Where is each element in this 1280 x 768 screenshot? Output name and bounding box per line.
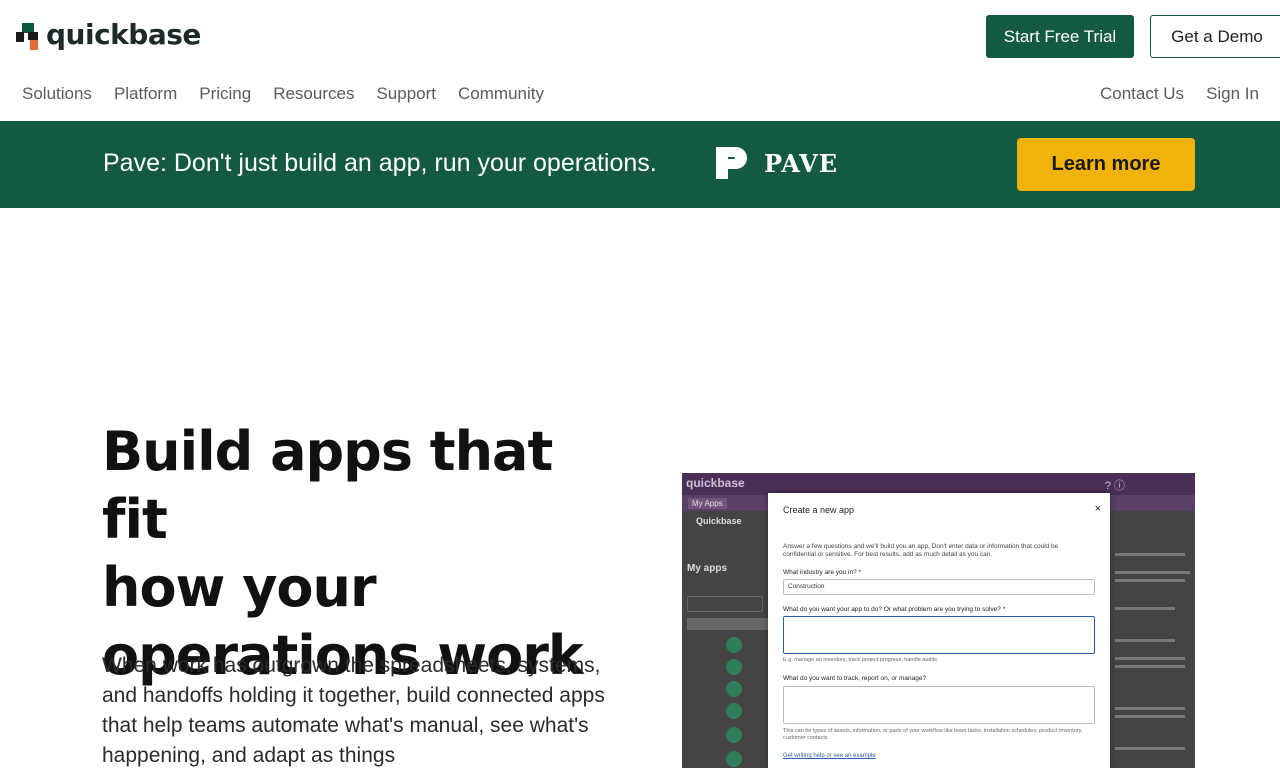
mock-tab: My Apps: [688, 498, 727, 509]
modal-question-track: What do you want to track, report on, or…: [783, 675, 927, 682]
mock-app-row: [692, 725, 768, 747]
mock-text-line: [1115, 553, 1185, 556]
utility-nav: Contact Us Sign In: [1100, 84, 1259, 104]
site-header: quickbase Start Free Trial Get a Demo So…: [0, 0, 1280, 120]
nav-item-solutions[interactable]: Solutions: [22, 84, 92, 104]
mock-text-line: [1115, 639, 1175, 642]
mock-apps-header: [687, 618, 768, 630]
pave-wordmark: PAVE: [764, 148, 839, 178]
nav-item-support[interactable]: Support: [376, 84, 436, 104]
modal-title: Create a new app: [783, 505, 855, 515]
sign-in-link[interactable]: Sign In: [1206, 84, 1259, 104]
mock-app-row: [692, 635, 768, 657]
track-help: This can be types of assets, information…: [783, 728, 1083, 741]
mock-side-title: Quickbase: [696, 516, 742, 526]
industry-input[interactable]: Construction: [783, 579, 1095, 595]
nav-item-community[interactable]: Community: [458, 84, 544, 104]
mock-topbar: quickbase ? ⓘ: [682, 473, 1195, 495]
modal-question-purpose: What do you want your app to do? Or what…: [783, 606, 1006, 613]
mock-text-line: [1115, 657, 1185, 660]
contact-us-link[interactable]: Contact Us: [1100, 84, 1184, 104]
mock-text-line: [1115, 747, 1185, 750]
modal-question-industry: What industry are you in? *: [783, 569, 862, 576]
purpose-textarea[interactable]: [783, 616, 1095, 654]
nav-item-pricing[interactable]: Pricing: [199, 84, 251, 104]
hero-title-line: how your: [102, 556, 377, 619]
hero-description: When work has outgrown the spreadsheets,…: [102, 654, 605, 767]
mock-search-box: [687, 596, 763, 612]
main-nav: Solutions Platform Pricing Resources Sup…: [22, 84, 544, 104]
banner-text: Pave: Don't just build an app, run your …: [103, 149, 657, 177]
mock-app-row: [692, 679, 768, 701]
modal-intro: Answer a few questions and we'll build y…: [783, 543, 1059, 558]
mock-sidebar: Quickbase My apps: [682, 511, 768, 768]
quickbase-logo[interactable]: quickbase: [16, 18, 201, 51]
mock-text-line: [1115, 579, 1185, 582]
logo-text: quickbase: [46, 18, 201, 51]
mock-app-row: [692, 657, 768, 679]
mock-app-row: [692, 701, 768, 723]
writing-help-link[interactable]: Get writing help or see an example: [783, 753, 876, 759]
mock-help-icons: ? ⓘ: [1104, 480, 1125, 492]
nav-item-platform[interactable]: Platform: [114, 84, 177, 104]
mock-text-line: [1115, 665, 1185, 668]
mock-text-line: [1115, 571, 1190, 574]
mock-right-panel: [1110, 511, 1195, 768]
mock-side-myapps: My apps: [687, 563, 728, 574]
purpose-help: E.g. manage an inventory, track project …: [783, 657, 937, 663]
pave-mark-icon: [716, 147, 747, 179]
hero-title: Build apps that fit how your operations …: [102, 418, 622, 690]
nav-item-resources[interactable]: Resources: [273, 84, 354, 104]
mock-text-line: [1115, 707, 1185, 710]
mock-brand: quickbase: [686, 476, 745, 490]
track-textarea[interactable]: [783, 686, 1095, 724]
close-icon[interactable]: ×: [1095, 503, 1101, 515]
promo-banner: Pave: Don't just build an app, run your …: [0, 121, 1280, 208]
learn-more-button[interactable]: Learn more: [1017, 138, 1195, 191]
mock-app-row: [692, 749, 768, 768]
hero-title-line: Build apps that fit: [102, 420, 553, 551]
logo-mark-icon: [16, 20, 40, 50]
mock-text-line: [1115, 715, 1185, 718]
get-a-demo-button[interactable]: Get a Demo: [1150, 15, 1280, 58]
start-free-trial-button[interactable]: Start Free Trial: [986, 15, 1134, 58]
pave-logo: PAVE: [714, 145, 838, 181]
create-app-modal: Create a new app × Answer a few question…: [768, 493, 1110, 768]
mock-text-line: [1115, 607, 1175, 610]
product-screenshot: quickbase ? ⓘ My Apps Quickbase My apps …: [682, 473, 1195, 768]
